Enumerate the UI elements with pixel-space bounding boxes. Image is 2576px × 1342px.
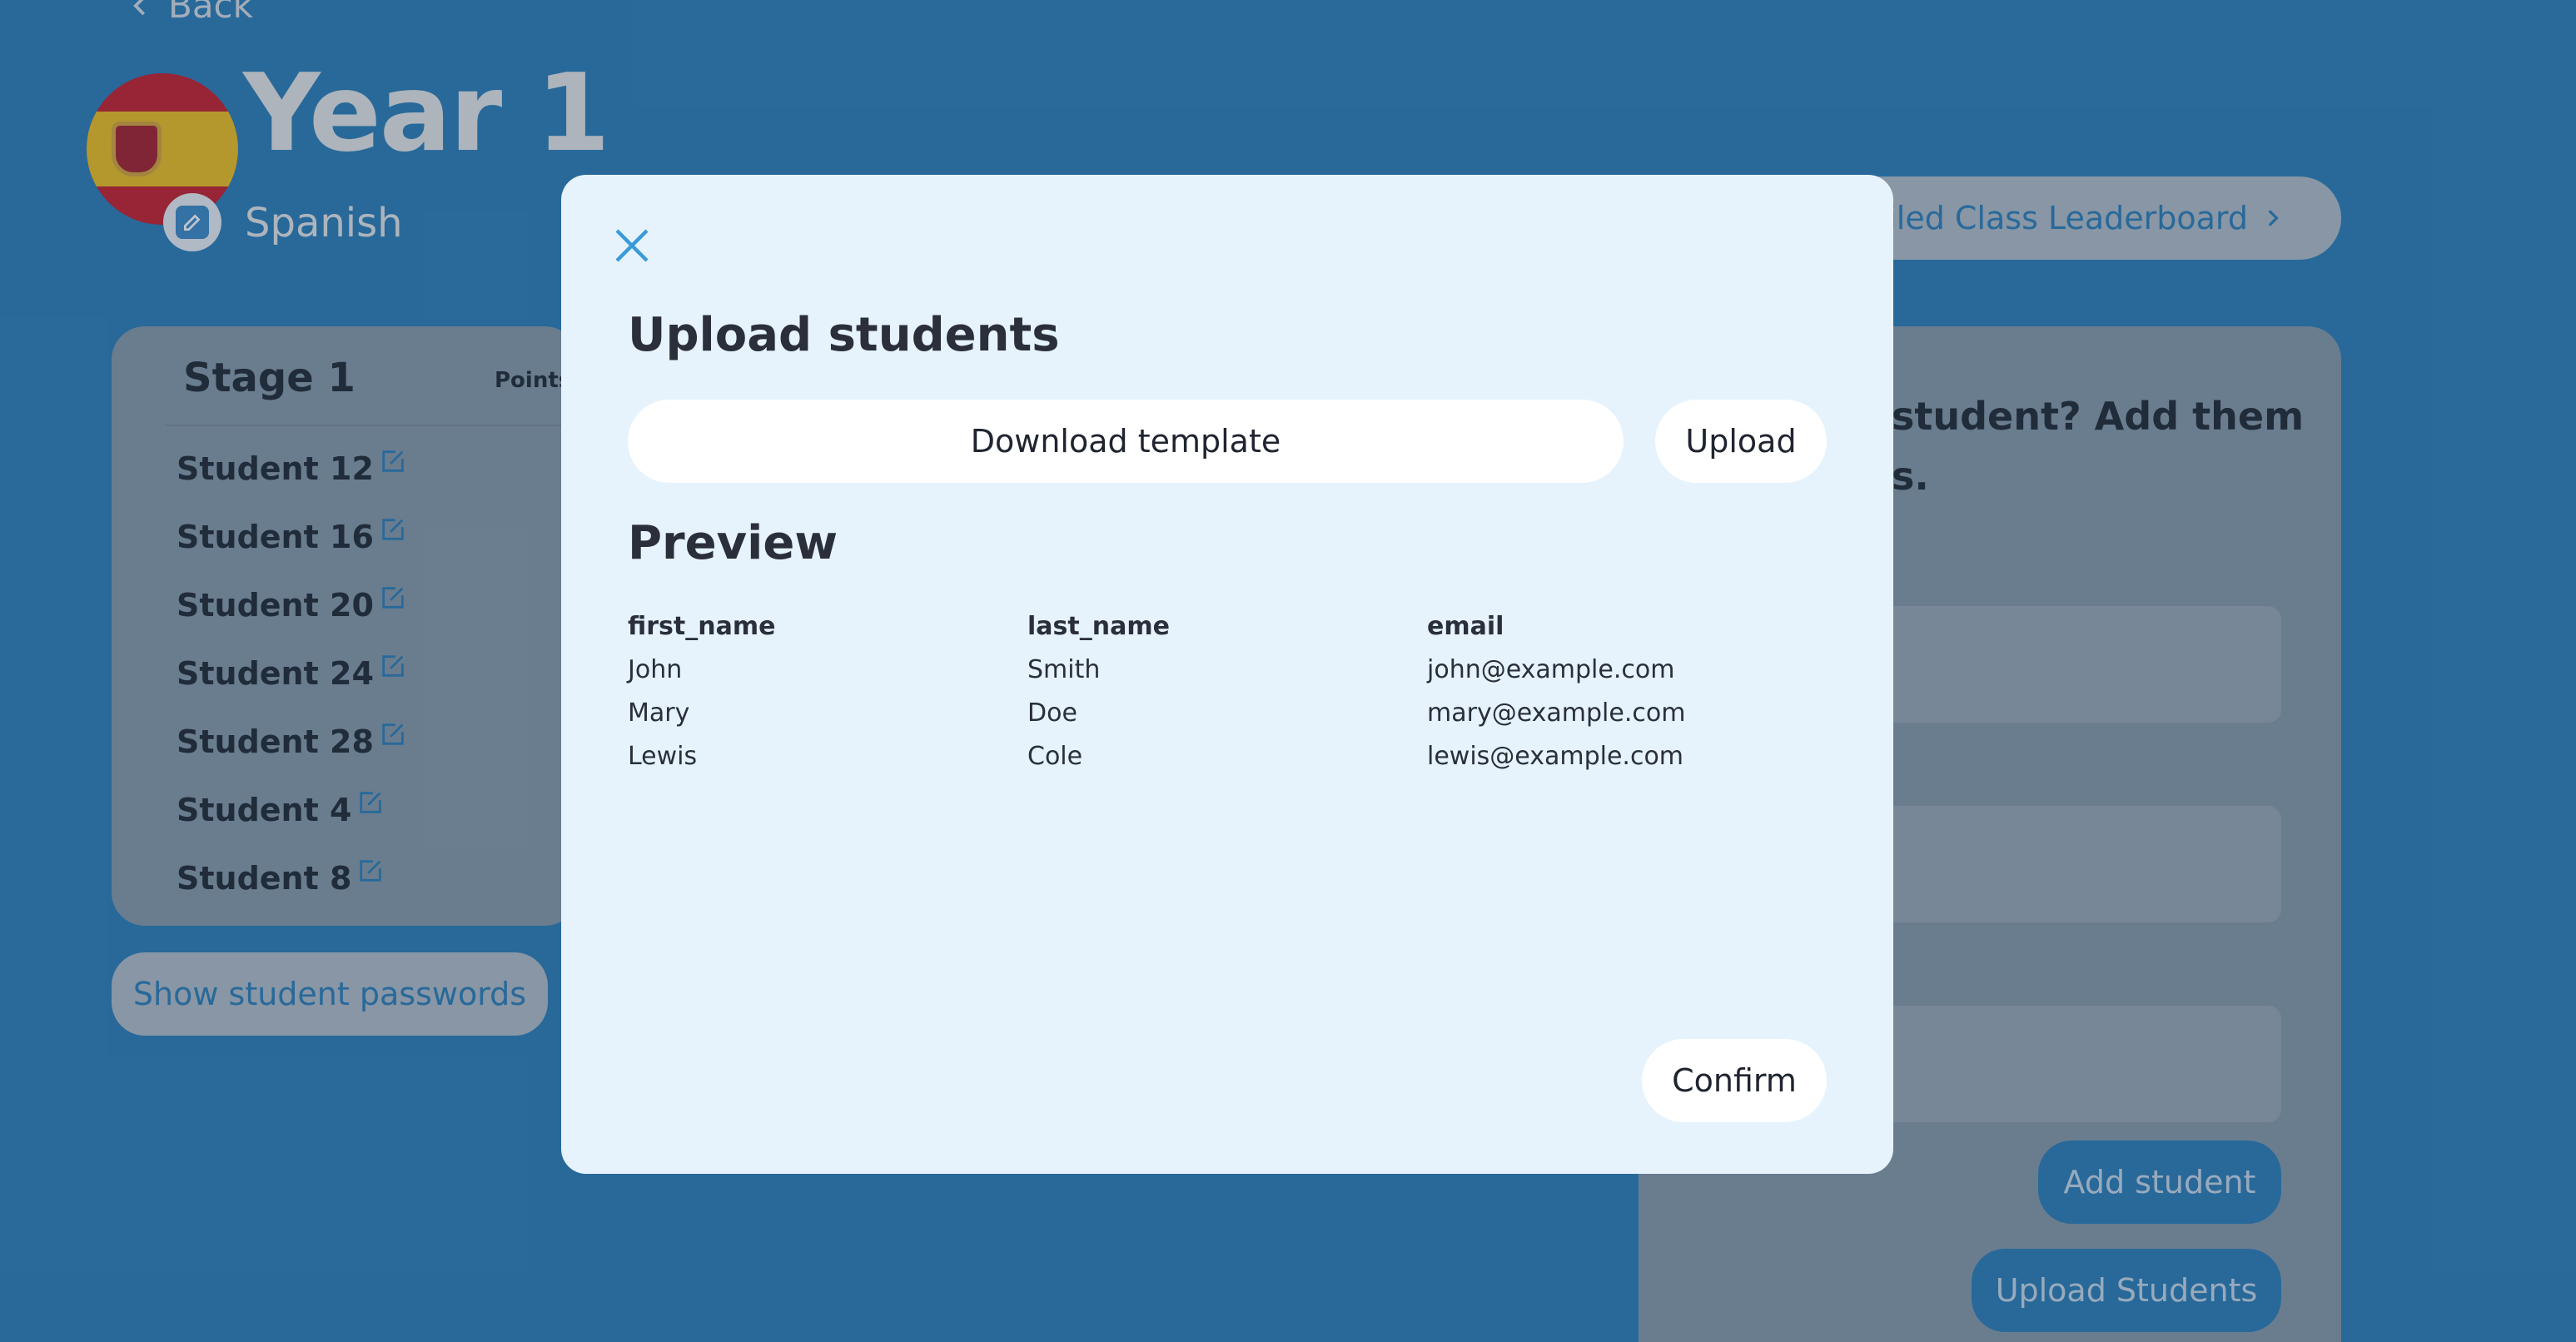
table-row: John Smith john@example.com [628,648,1760,691]
column-header: email [1427,611,1504,641]
table-cell: lewis@example.com [1427,741,1684,771]
preview-title: Preview [628,516,838,570]
column-header: first_name [628,611,776,641]
table-cell: mary@example.com [1427,698,1686,728]
table-row: Lewis Cole lewis@example.com [628,734,1760,778]
table-cell: john@example.com [1427,654,1675,684]
close-icon [615,229,649,262]
table-cell: Smith [1027,654,1101,684]
table-cell: Lewis [628,741,698,771]
table-cell: John [628,654,683,684]
table-header-row: first_name last_name email [628,604,1760,648]
column-header: last_name [1027,611,1170,641]
table-cell: Cole [1027,741,1083,771]
confirm-button[interactable]: Confirm [1642,1039,1827,1122]
preview-table: first_name last_name email John Smith jo… [628,604,1760,778]
table-row: Mary Doe mary@example.com [628,691,1760,734]
close-button[interactable] [603,216,661,275]
table-cell: Mary [628,698,690,728]
table-cell: Doe [1027,698,1077,728]
modal-title: Upload students [628,308,1060,362]
download-template-button[interactable]: Download template [628,400,1624,483]
upload-button[interactable]: Upload [1655,400,1827,483]
upload-students-modal: Upload students Download template Upload… [561,175,1893,1174]
